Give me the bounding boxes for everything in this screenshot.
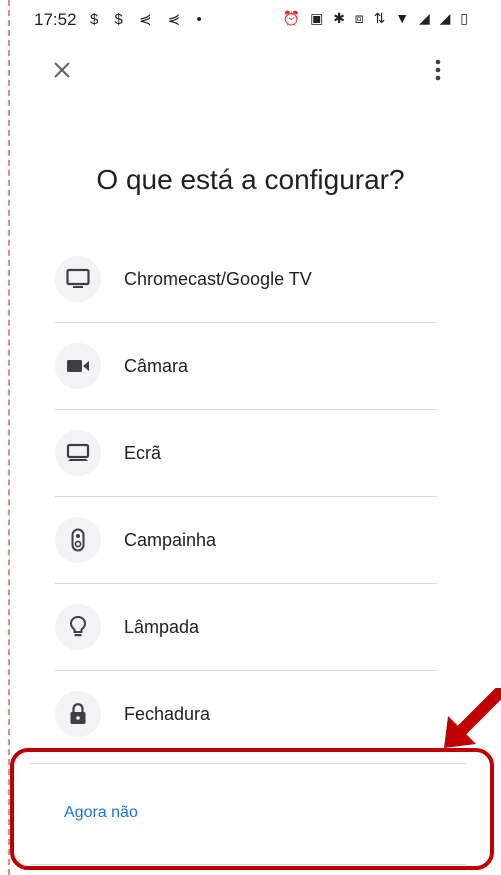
icon-container: [55, 430, 101, 476]
device-label: Fechadura: [124, 703, 211, 724]
annotation-arrow-icon: [444, 688, 501, 748]
camera-icon: [67, 360, 89, 372]
more-options-button[interactable]: [424, 56, 452, 84]
close-icon: [54, 62, 70, 78]
icon-container: [55, 604, 101, 650]
device-item-doorbell[interactable]: Campainha: [55, 497, 437, 584]
not-now-button[interactable]: Agora não: [64, 804, 138, 822]
page-title: O que está a configurar?: [96, 164, 405, 195]
status-bar: 17:52 $ $ ⋞ ⋞ • ⏰ ▣ ✱ ⧈ ⇅ ▼ ◢ ◢ ▯: [0, 0, 501, 44]
device-label: Chromecast/Google TV: [124, 268, 312, 289]
display-icon: [66, 443, 90, 461]
status-time: 17:52: [34, 10, 77, 29]
icon-container: [55, 343, 101, 389]
tv-icon: [66, 268, 90, 288]
dashed-guide-line: [8, 0, 10, 875]
device-label: Ecrã: [124, 442, 162, 463]
device-label: Câmara: [124, 355, 189, 376]
more-vert-icon: [435, 59, 441, 81]
device-item-lock[interactable]: Fechadura: [55, 671, 437, 757]
divider: [30, 763, 466, 764]
screen: 17:52 $ $ ⋞ ⋞ • ⏰ ▣ ✱ ⧈ ⇅ ▼ ◢ ◢ ▯ O que …: [0, 0, 501, 875]
device-label: Lâmpada: [124, 616, 200, 637]
divider: [30, 864, 466, 865]
device-item-chromecast[interactable]: Chromecast/Google TV: [55, 236, 437, 323]
lightbulb-icon: [69, 615, 87, 637]
notification-icons: $ $ ⋞ ⋞ •: [90, 11, 208, 28]
icon-container: [55, 691, 101, 737]
device-item-camera[interactable]: Câmara: [55, 323, 437, 410]
icon-container: [55, 256, 101, 302]
device-item-display[interactable]: Ecrã: [55, 410, 437, 497]
close-button[interactable]: [48, 56, 76, 84]
lock-icon: [70, 703, 86, 724]
icon-container: [55, 517, 101, 563]
device-type-list: Chromecast/Google TV Câmara Ecrã Campain…: [55, 236, 437, 757]
device-item-lightbulb[interactable]: Lâmpada: [55, 584, 437, 671]
system-status-icons: ⏰ ▣ ✱ ⧈ ⇅ ▼ ◢ ◢ ▯: [282, 10, 471, 26]
doorbell-icon: [71, 528, 85, 552]
device-label: Campainha: [124, 529, 217, 550]
